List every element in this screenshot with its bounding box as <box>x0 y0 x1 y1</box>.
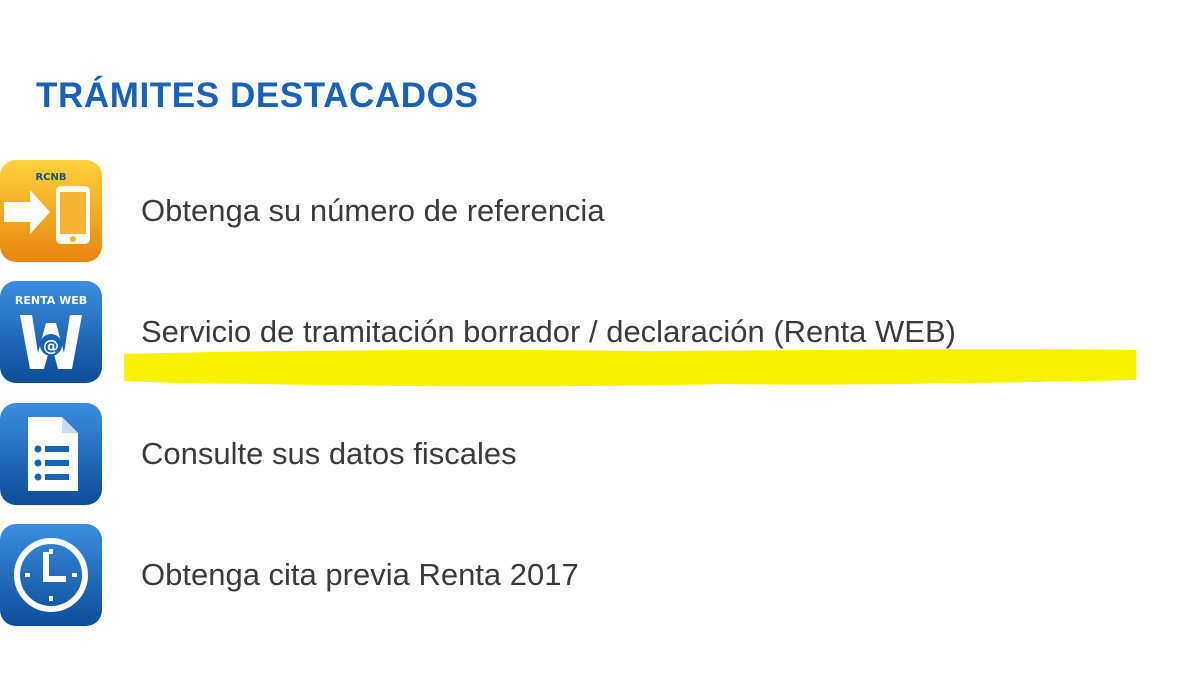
list-item-renta-web[interactable]: RENTA WEB @ Servicio de tramitación borr… <box>0 281 1200 383</box>
icon-caption: RENTA WEB <box>15 294 87 307</box>
list-item-numero-referencia[interactable]: RCNB Obtenga su número de referencia <box>0 160 1200 262</box>
icon-caption: RCNB <box>35 172 66 183</box>
item-label[interactable]: Obtenga cita previa Renta 2017 <box>141 557 579 593</box>
item-label[interactable]: Obtenga su número de referencia <box>141 193 605 229</box>
clock-icon[interactable] <box>0 524 102 626</box>
renta-web-icon[interactable]: RENTA WEB @ <box>0 281 102 383</box>
section-title: TRÁMITES DESTACADOS <box>36 76 479 115</box>
document-list-icon[interactable] <box>0 403 102 505</box>
rcnb-phone-icon[interactable]: RCNB <box>0 160 102 262</box>
list-item-cita-previa[interactable]: Obtenga cita previa Renta 2017 <box>0 524 1200 626</box>
item-label[interactable]: Servicio de tramitación borrador / decla… <box>141 314 956 350</box>
list-item-datos-fiscales[interactable]: Consulte sus datos fiscales <box>0 403 1200 505</box>
svg-text:@: @ <box>43 336 59 355</box>
item-label[interactable]: Consulte sus datos fiscales <box>141 436 517 472</box>
